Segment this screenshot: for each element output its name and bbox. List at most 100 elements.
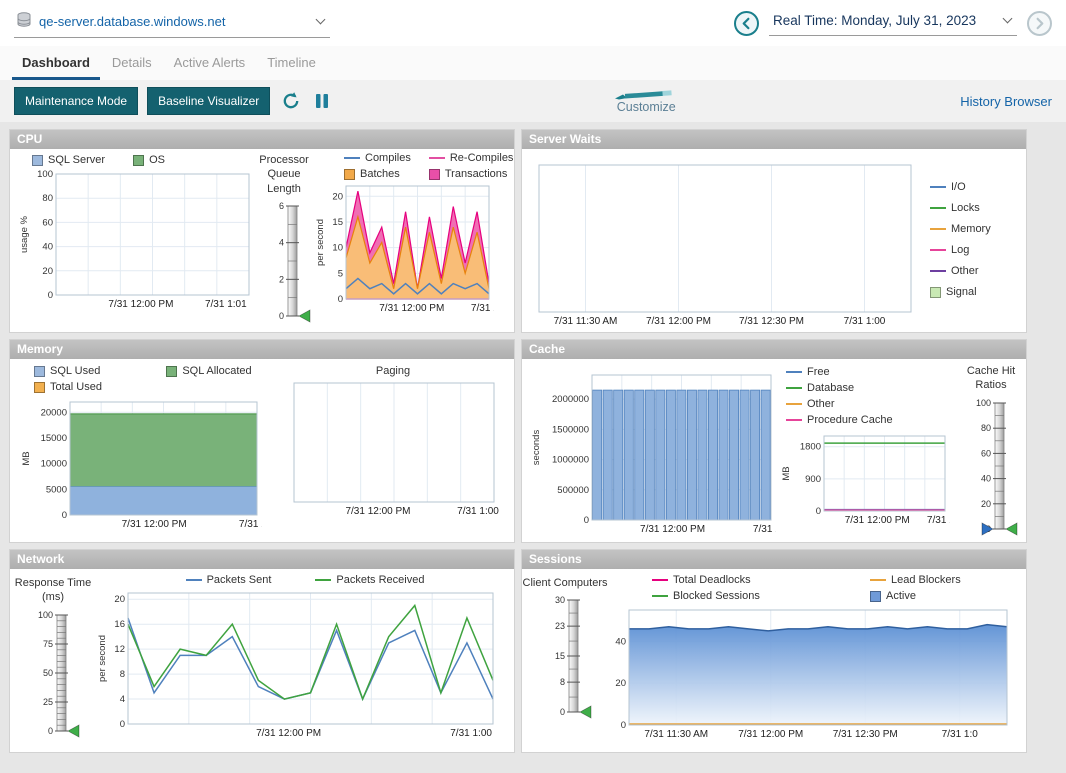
svg-text:7/31 11:30 AM: 7/31 11:30 AM — [554, 316, 618, 327]
legend-line-icon — [186, 579, 202, 581]
legend-square-icon — [344, 169, 355, 180]
toolbar: Maintenance Mode Baseline Visualizer Cus… — [0, 80, 1066, 122]
legend-line-icon — [429, 157, 445, 159]
legend-line-icon — [315, 579, 331, 581]
legend-line-icon — [786, 387, 802, 389]
history-forward-button[interactable] — [1027, 11, 1052, 36]
server-waits-chart[interactable]: 7/31 11:30 AM7/31 12:00 PM7/31 12:30 PM7… — [532, 161, 916, 327]
cpu-usage-chart[interactable]: 020406080100usage %7/31 12:00 PM7/31 1:0… — [18, 170, 254, 310]
svg-text:900: 900 — [805, 474, 821, 485]
svg-text:12: 12 — [114, 644, 125, 655]
legend-label: Packets Sent — [207, 574, 272, 586]
legend-label: Log — [951, 244, 969, 256]
maintenance-mode-button[interactable]: Maintenance Mode — [14, 87, 138, 115]
compiles-chart[interactable]: 05101520per second7/31 12:00 PM7/31 1:0 — [314, 182, 494, 314]
legend-item: Memory — [930, 223, 991, 235]
legend-item: SQL Server — [32, 154, 105, 166]
realtime-selector[interactable]: Real Time: Monday, July 31, 2023 — [769, 11, 1017, 36]
svg-text:7/31 12:00 PM: 7/31 12:00 PM — [738, 729, 803, 740]
tab-details[interactable]: Details — [102, 49, 162, 80]
panel-server-waits: Server Waits 7/31 11:30 AM7/31 12:00 PM7… — [522, 130, 1026, 332]
svg-text:8: 8 — [560, 677, 565, 687]
svg-text:2000000: 2000000 — [552, 394, 589, 405]
legend-item: Lead Blockers — [870, 574, 1026, 586]
pause-button[interactable] — [312, 90, 332, 112]
baseline-visualizer-button[interactable]: Baseline Visualizer — [147, 87, 270, 115]
paging-chart[interactable]: 7/31 12:00 PM7/31 1:00 — [287, 379, 499, 517]
svg-text:usage %: usage % — [19, 215, 30, 253]
legend-label: Compiles — [365, 152, 411, 164]
time-navigation: Real Time: Monday, July 31, 2023 — [734, 11, 1052, 36]
svg-text:20000: 20000 — [41, 407, 67, 418]
svg-text:7/31 12:00 PM: 7/31 12:00 PM — [122, 519, 187, 530]
legend-line-icon — [870, 579, 886, 581]
svg-text:1800: 1800 — [800, 442, 821, 453]
tab-active-alerts[interactable]: Active Alerts — [164, 49, 256, 80]
svg-text:0: 0 — [621, 720, 626, 731]
svg-text:7/31 11:30 AM: 7/31 11:30 AM — [644, 729, 708, 740]
svg-text:15: 15 — [332, 217, 343, 228]
svg-text:7/31 1:0: 7/31 1:0 — [942, 729, 979, 740]
legend-line-icon — [930, 228, 946, 230]
svg-text:15: 15 — [555, 651, 565, 661]
cache-usage-chart[interactable]: 0500000100000015000002000000seconds7/31 … — [530, 371, 776, 535]
panel-cpu: CPU SQL ServerOS 020406080100usage %7/31… — [10, 130, 514, 332]
dashboard-grid: CPU SQL ServerOS 020406080100usage %7/31… — [0, 122, 1066, 773]
svg-text:2: 2 — [279, 274, 284, 284]
legend-label: Blocked Sessions — [673, 590, 760, 602]
cache-hit-gauge: 020406080100 — [961, 395, 1021, 539]
svg-text:8: 8 — [120, 669, 125, 680]
panel-network-header: Network — [10, 550, 514, 569]
legend-item: Batches — [344, 168, 411, 180]
legend-line-icon — [930, 186, 946, 188]
legend-item: Compiles — [344, 152, 411, 164]
legend-item: Other — [786, 398, 956, 410]
svg-text:60: 60 — [42, 217, 53, 228]
legend-label: Other — [951, 265, 979, 277]
legend-label: Memory — [951, 223, 991, 235]
customize-label: Customize — [617, 101, 676, 114]
server-selector[interactable]: qe-server.database.windows.net — [14, 9, 330, 38]
svg-text:6: 6 — [279, 201, 284, 211]
legend-line-icon — [786, 403, 802, 405]
svg-text:7/31 1:0: 7/31 1:0 — [927, 515, 950, 526]
chevron-down-icon — [316, 15, 326, 25]
legend-item: Signal — [930, 286, 991, 298]
refresh-button[interactable] — [279, 89, 303, 113]
svg-text:15000: 15000 — [41, 433, 67, 444]
panel-memory-header: Memory — [10, 340, 514, 359]
legend-label: Total Used — [50, 381, 102, 393]
processor-queue-gauge: 0246 — [254, 198, 314, 326]
legend-square-icon — [32, 155, 43, 166]
svg-text:7/31 1:00: 7/31 1:00 — [844, 316, 886, 327]
network-packets-chart[interactable]: 048121620per second7/31 12:00 PM7/31 1:0… — [96, 589, 498, 739]
panel-cache: Cache 0500000100000015000002000000second… — [522, 340, 1026, 542]
svg-text:16: 16 — [114, 619, 125, 630]
legend-item: I/O — [930, 181, 991, 193]
legend-label: Transactions — [445, 168, 508, 180]
svg-text:23: 23 — [555, 621, 565, 631]
memory-usage-chart[interactable]: 05000100001500020000MB7/31 12:00 PM7/31 … — [20, 398, 262, 530]
svg-text:0: 0 — [48, 290, 53, 301]
legend-line-icon — [930, 270, 946, 272]
legend-label: SQL Used — [50, 365, 100, 377]
customize-button[interactable]: Customize — [614, 89, 678, 114]
svg-text:7/31 12:00 PM: 7/31 12:00 PM — [640, 524, 705, 535]
tab-timeline[interactable]: Timeline — [257, 49, 326, 80]
response-time-gauge: 0255075100 — [23, 607, 83, 741]
history-browser-link[interactable]: History Browser — [960, 94, 1052, 109]
client-computers-label: Client Computers — [523, 576, 608, 590]
cache-mb-chart[interactable]: 09001800MB7/31 12:00 PM7/31 1:0 — [780, 432, 950, 526]
svg-text:1000000: 1000000 — [552, 455, 589, 466]
sessions-active-chart[interactable]: 020407/31 11:30 AM7/31 12:00 PM7/31 12:3… — [608, 606, 1012, 740]
legend-item: Packets Received — [315, 574, 424, 586]
svg-text:7/31 12:00 PM: 7/31 12:00 PM — [256, 728, 321, 739]
svg-text:0: 0 — [560, 707, 565, 717]
legend-item: Free — [786, 366, 956, 378]
panel-sessions-header: Sessions — [522, 550, 1026, 569]
cache-legend: FreeDatabaseOtherProcedure Cache — [786, 366, 956, 426]
pause-icon — [314, 92, 330, 110]
svg-text:1500000: 1500000 — [552, 424, 589, 435]
tab-dashboard[interactable]: Dashboard — [12, 49, 100, 80]
history-back-button[interactable] — [734, 11, 759, 36]
